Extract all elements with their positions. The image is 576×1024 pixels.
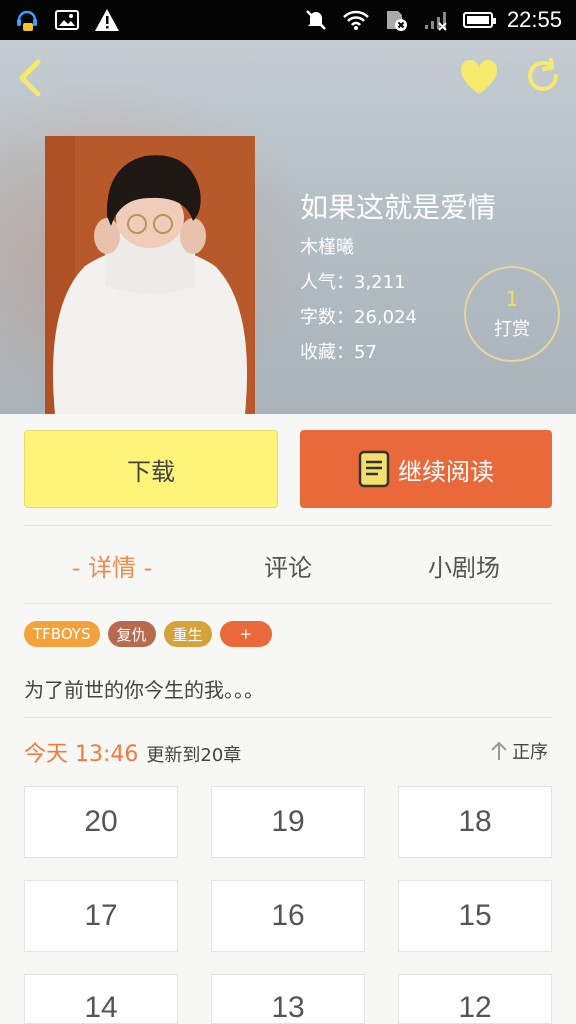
continue-reading-label: 继续阅读 <box>398 457 494 486</box>
add-tag-button[interactable]: + <box>219 621 273 647</box>
tag-revenge[interactable]: 复仇 <box>107 621 156 647</box>
book-word-count: 字数：26,024 <box>300 307 417 328</box>
tab-mini-theater[interactable]: 小剧场 <box>376 548 552 583</box>
sort-order-label: 正序 <box>512 742 548 763</box>
divider <box>24 603 552 604</box>
book-cover-image[interactable] <box>45 136 255 414</box>
mute-icon <box>303 7 329 33</box>
tip-count: 1 <box>505 287 519 311</box>
book-icon <box>358 450 390 488</box>
chapter-button[interactable]: 12 <box>398 974 552 1024</box>
update-info: 今天 13:46 更新到20章 <box>24 736 241 768</box>
continue-reading-button[interactable]: 继续阅读 <box>300 430 552 508</box>
refresh-button[interactable] <box>524 58 564 98</box>
chapter-button[interactable]: 16 <box>211 880 365 952</box>
back-button[interactable] <box>14 58 50 98</box>
download-label: 下载 <box>127 457 175 486</box>
tip-button[interactable]: 1 打赏 <box>464 266 560 362</box>
headset-chat-icon <box>14 7 40 33</box>
sort-order-button[interactable]: 正序 <box>490 738 548 764</box>
chapter-button[interactable]: 14 <box>24 974 178 1024</box>
status-bar: 22:55 <box>0 0 576 40</box>
refresh-icon <box>528 58 558 91</box>
tag-rebirth[interactable]: 重生 <box>163 621 212 647</box>
chapter-button[interactable]: 18 <box>398 786 552 858</box>
wifi-icon <box>343 7 369 33</box>
chapter-button[interactable]: 19 <box>211 786 365 858</box>
chapter-button[interactable]: 15 <box>398 880 552 952</box>
sim-blocked-icon <box>383 7 409 33</box>
clock: 22:55 <box>506 7 562 32</box>
signal-icon <box>423 7 449 33</box>
chevron-left-icon <box>19 59 41 97</box>
divider <box>24 717 552 718</box>
chapter-button[interactable]: 17 <box>24 880 178 952</box>
warning-icon <box>94 7 120 33</box>
book-header: 如果这就是爱情 木槿曦 人气：3,211 字数：26,024 收藏：57 1 打… <box>0 40 576 414</box>
chapter-button[interactable]: 20 <box>24 786 178 858</box>
heart-icon <box>460 59 498 94</box>
arrow-up-icon <box>491 741 507 760</box>
book-author[interactable]: 木槿曦 <box>300 233 354 259</box>
update-text: 更新到20章 <box>146 745 242 766</box>
divider <box>24 525 552 526</box>
favorite-button[interactable] <box>458 58 500 98</box>
battery-icon <box>462 12 496 28</box>
tab-details[interactable]: - 详情 - <box>24 548 200 583</box>
tag-tfboys[interactable]: TFBOYS <box>24 621 100 647</box>
download-button[interactable]: 下载 <box>24 430 278 508</box>
tab-comments[interactable]: 评论 <box>200 548 376 583</box>
tag-list: TFBOYS 复仇 重生 + <box>24 621 273 647</box>
chapter-button[interactable]: 13 <box>211 974 365 1024</box>
image-icon <box>54 7 80 33</box>
book-favorites: 收藏：57 <box>300 342 377 363</box>
tip-label: 打赏 <box>494 319 530 340</box>
book-title: 如果这就是爱情 <box>300 191 497 224</box>
update-time: 今天 13:46 <box>24 742 139 767</box>
book-popularity: 人气：3,211 <box>300 272 406 293</box>
book-description: 为了前世的你今生的我。。。 <box>24 678 264 702</box>
